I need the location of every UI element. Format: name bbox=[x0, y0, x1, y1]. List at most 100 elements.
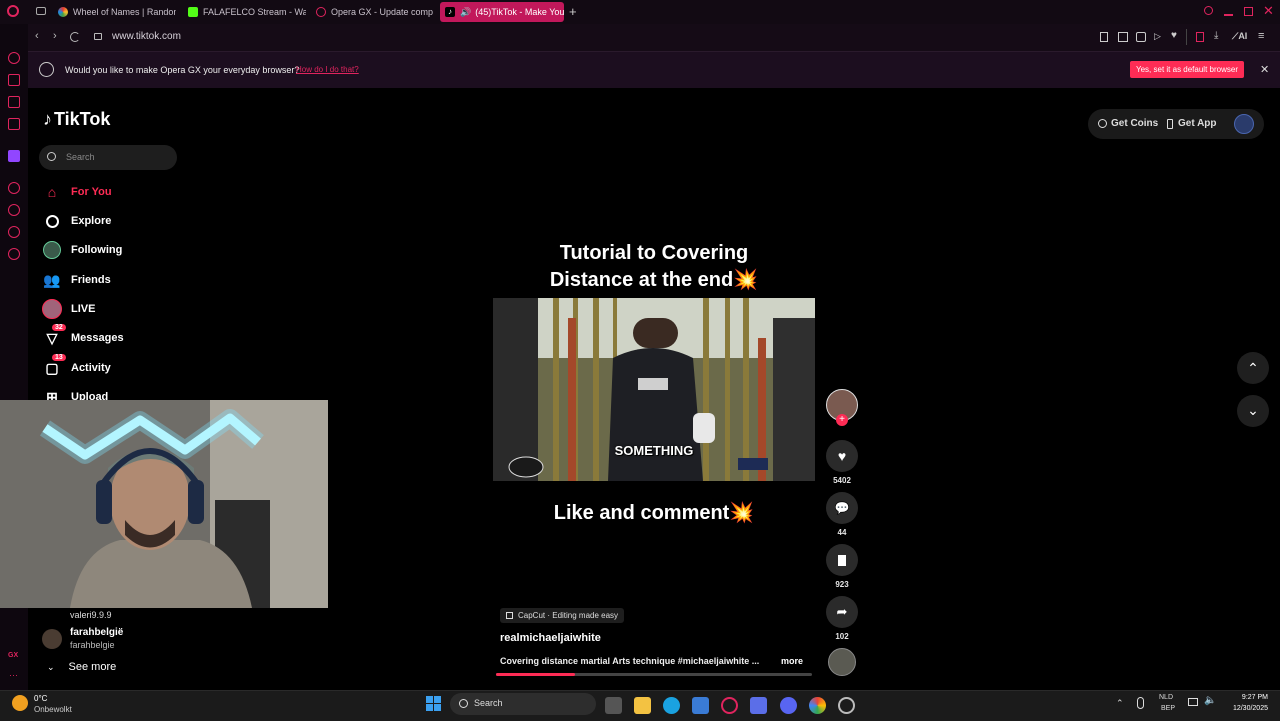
tab-falafelco[interactable]: FALAFELCO Stream - Wat bbox=[188, 2, 306, 22]
minimize-icon[interactable] bbox=[1224, 14, 1233, 16]
messenger-icon[interactable] bbox=[8, 226, 20, 238]
download-icon[interactable]: ⤓ bbox=[1214, 30, 1218, 41]
opera-favicon-icon bbox=[316, 7, 326, 17]
nav-live[interactable]: LIVE bbox=[42, 299, 95, 319]
video-author[interactable]: realmichaeljaiwhite bbox=[500, 632, 601, 644]
reload-icon[interactable] bbox=[70, 32, 80, 42]
restore-icon[interactable] bbox=[1244, 7, 1253, 16]
gx-corner-icon[interactable] bbox=[8, 118, 20, 130]
wallet-icon[interactable] bbox=[1196, 32, 1204, 42]
webcam-image bbox=[0, 400, 328, 608]
windows-start-icon[interactable] bbox=[426, 696, 441, 711]
search-input[interactable]: Search bbox=[39, 145, 177, 170]
history-icon[interactable] bbox=[8, 204, 20, 216]
followed-account-farah[interactable]: farahbelgië bbox=[70, 627, 123, 638]
new-tab-button[interactable]: + bbox=[569, 4, 577, 19]
messages-icon: ▽ 32 bbox=[42, 324, 66, 348]
like-count: 5402 bbox=[833, 476, 851, 485]
lock-icon[interactable] bbox=[94, 33, 102, 40]
edge-icon[interactable] bbox=[663, 697, 680, 714]
comment-button[interactable]: 💬 bbox=[826, 492, 858, 524]
microphone-icon[interactable] bbox=[1137, 697, 1144, 709]
nav-label: Activity bbox=[71, 362, 111, 374]
video-frame[interactable]: SOMETHING bbox=[493, 298, 815, 481]
opera-logo-icon[interactable] bbox=[7, 5, 19, 17]
chrome-icon[interactable] bbox=[809, 697, 826, 714]
video-progress-track[interactable] bbox=[496, 673, 812, 676]
farah-avatar[interactable] bbox=[42, 629, 62, 649]
get-coins-button[interactable]: Get Coins bbox=[1098, 118, 1158, 129]
back-icon[interactable]: ‹ bbox=[35, 30, 39, 42]
see-more-button[interactable]: ⌄ See more bbox=[47, 661, 116, 673]
followed-account-farah-handle: farahbelgie bbox=[70, 640, 115, 650]
follow-plus-icon[interactable]: + bbox=[836, 414, 848, 426]
clock-time[interactable]: 9:27 PM bbox=[1226, 694, 1268, 701]
banner-help-link[interactable]: How do I do that? bbox=[296, 65, 359, 74]
network-icon[interactable] bbox=[1188, 698, 1198, 706]
task-view-icon[interactable] bbox=[605, 697, 622, 714]
aria-ai-button[interactable]: ⟋AI bbox=[1232, 31, 1247, 42]
bag-icon[interactable] bbox=[8, 74, 20, 86]
get-app-button[interactable]: Get App bbox=[1167, 118, 1217, 129]
tab-opera-gx-update[interactable]: Opera GX - Update comp bbox=[316, 2, 434, 22]
activity-icon: ▢ 13 bbox=[42, 354, 66, 378]
friends-icon: 👥 bbox=[43, 271, 61, 288]
forward-icon[interactable]: › bbox=[53, 30, 57, 42]
capcut-tag[interactable]: CapCut · Editing made easy bbox=[500, 608, 625, 623]
store-icon[interactable] bbox=[692, 697, 709, 714]
weather-temp[interactable]: 0°C bbox=[34, 694, 47, 703]
tiktok-logo[interactable]: ♪ TikTok bbox=[43, 109, 110, 130]
previous-video-button[interactable]: ⌃ bbox=[1237, 352, 1269, 384]
app-circle-icon[interactable] bbox=[838, 697, 855, 714]
music-disc[interactable] bbox=[828, 648, 856, 676]
weather-moon-icon[interactable] bbox=[12, 695, 28, 711]
discord-icon[interactable] bbox=[780, 697, 797, 714]
share-button[interactable]: ➦ bbox=[826, 596, 858, 628]
language-1[interactable]: NLD bbox=[1159, 694, 1173, 701]
player-icon[interactable] bbox=[8, 182, 20, 194]
twitch-icon[interactable] bbox=[8, 150, 20, 162]
gx-control-icon[interactable] bbox=[8, 52, 20, 64]
menu-icon[interactable]: ≡ bbox=[1258, 30, 1264, 42]
nav-messages[interactable]: ▽ 32 Messages bbox=[42, 324, 124, 348]
more-dots-icon[interactable]: ··· bbox=[9, 670, 18, 680]
file-explorer-icon[interactable] bbox=[634, 697, 651, 714]
tab-manager-icon[interactable] bbox=[1118, 32, 1128, 42]
speaker-icon[interactable]: 🔊 bbox=[460, 7, 471, 18]
shield-icon[interactable] bbox=[1136, 32, 1146, 42]
settings-icon[interactable] bbox=[8, 248, 20, 260]
tab-tiktok[interactable]: ♪ 🔊 (45)TikTok - Make You bbox=[440, 2, 564, 22]
nav-for-you[interactable]: ⌂ For You bbox=[42, 182, 112, 202]
workspaces-icon[interactable] bbox=[36, 7, 46, 15]
profile-avatar[interactable] bbox=[1234, 114, 1254, 134]
gx-logo-icon[interactable]: GX bbox=[8, 652, 18, 659]
taskbar-search[interactable]: Search bbox=[450, 693, 596, 715]
app-icon[interactable] bbox=[750, 697, 767, 714]
close-window-icon[interactable]: ✕ bbox=[1263, 3, 1274, 19]
search-tabs-icon[interactable] bbox=[1204, 6, 1213, 15]
nav-activity[interactable]: ▢ 13 Activity bbox=[42, 354, 111, 378]
followed-account-valeri[interactable]: valeri9.9.9 bbox=[70, 610, 112, 620]
live-icon bbox=[42, 299, 62, 319]
snapshot-icon[interactable] bbox=[1100, 32, 1108, 42]
opera-gx-taskbar-icon[interactable] bbox=[721, 697, 738, 714]
nav-explore[interactable]: Explore bbox=[42, 211, 111, 231]
play-icon[interactable]: ▷ bbox=[1154, 31, 1161, 42]
tab-wheel-of-names[interactable]: Wheel of Names | Randon bbox=[58, 2, 176, 22]
url-field[interactable]: www.tiktok.com bbox=[112, 31, 181, 42]
tray-chevron-icon[interactable]: ⌃ bbox=[1116, 698, 1124, 709]
search-placeholder: Search bbox=[66, 152, 95, 162]
more-button[interactable]: more bbox=[781, 656, 803, 666]
volume-icon[interactable]: 🔈 bbox=[1204, 695, 1216, 706]
save-button[interactable] bbox=[826, 544, 858, 576]
weather-desc: Onbewolkt bbox=[34, 705, 72, 714]
next-video-button[interactable]: ⌄ bbox=[1237, 395, 1269, 427]
tv-icon[interactable] bbox=[8, 96, 20, 108]
like-button[interactable]: ♥ bbox=[826, 440, 858, 472]
close-banner-icon[interactable]: ✕ bbox=[1260, 63, 1269, 76]
heart-icon[interactable]: ♥ bbox=[1171, 30, 1177, 41]
nav-friends[interactable]: 👥 Friends bbox=[42, 270, 110, 290]
tab-title: (45)TikTok - Make You bbox=[475, 7, 564, 17]
set-default-button[interactable]: Yes, set it as default browser bbox=[1130, 61, 1244, 78]
nav-following[interactable]: Following bbox=[42, 240, 122, 260]
